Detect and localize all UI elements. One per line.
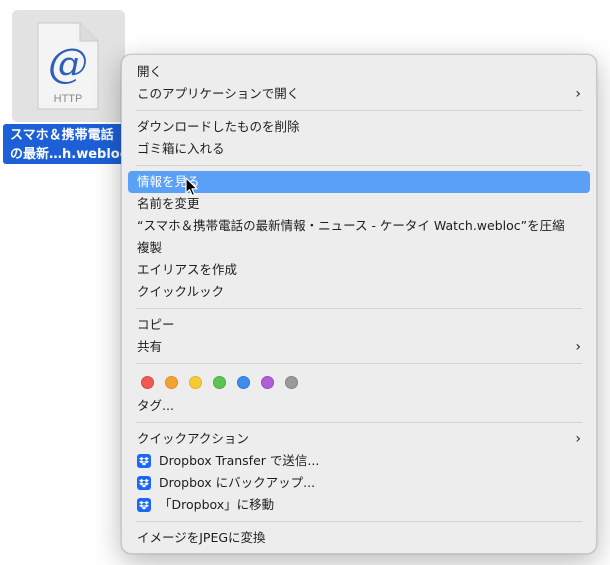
menu-item-label: コピー: [137, 317, 175, 332]
menu-item-dropbox-transfer[interactable]: Dropbox Transfer で送信...: [128, 450, 590, 472]
dropbox-icon: [137, 476, 151, 490]
tag-dot-gray[interactable]: [285, 375, 298, 389]
menu-item-label: “スマホ＆携帯電話の最新情報・ニュース - ケータイ Watch.webloc”…: [137, 218, 565, 233]
menu-item-label: Dropbox にバックアップ...: [159, 475, 316, 490]
menu-separator: [136, 521, 582, 522]
menu-item-quick-actions[interactable]: クイックアクション ›: [128, 428, 590, 450]
menu-item-make-alias[interactable]: エイリアスを作成: [128, 259, 590, 281]
menu-item-open-with[interactable]: このアプリケーションで開く ›: [128, 83, 590, 105]
menu-separator: [136, 110, 582, 111]
menu-separator: [136, 308, 582, 309]
mouse-pointer-icon: [185, 177, 198, 197]
tag-dot-blue[interactable]: [237, 375, 250, 389]
menu-item-label: タグ...: [137, 398, 174, 413]
chevron-right-icon: ›: [575, 431, 581, 447]
tag-dot-yellow[interactable]: [189, 375, 202, 389]
at-sign-glyph: @: [48, 41, 88, 87]
menu-item-label: Dropbox Transfer で送信...: [159, 453, 320, 468]
dropbox-icon: [137, 498, 151, 512]
webloc-document-icon: @ HTTP: [37, 22, 99, 110]
context-menu: 開く このアプリケーションで開く › ダウンロードしたものを削除 ゴミ箱に入れる …: [121, 54, 597, 554]
file-name-line1: スマホ＆携帯電話: [10, 128, 114, 143]
http-label: HTTP: [54, 93, 83, 105]
tag-dot-orange[interactable]: [165, 375, 178, 389]
menu-item-open[interactable]: 開く: [128, 61, 590, 83]
file-name-line2: の最新…h.webloc: [10, 147, 128, 162]
menu-item-label: イメージをJPEGに変換: [137, 530, 266, 545]
menu-item-dropbox-backup[interactable]: Dropbox にバックアップ...: [128, 472, 590, 494]
tag-dot-purple[interactable]: [261, 375, 274, 389]
menu-item-convert-jpeg[interactable]: イメージをJPEGに変換: [128, 527, 590, 549]
menu-item-tags[interactable]: タグ...: [128, 395, 590, 417]
menu-item-label: ダウンロードしたものを削除: [137, 119, 300, 134]
chevron-right-icon: ›: [575, 339, 581, 355]
menu-item-copy[interactable]: コピー: [128, 314, 590, 336]
menu-separator: [136, 422, 582, 423]
menu-item-compress[interactable]: “スマホ＆携帯電話の最新情報・ニュース - ケータイ Watch.webloc”…: [128, 215, 590, 237]
menu-item-dropbox-move[interactable]: 「Dropbox」に移動: [128, 494, 590, 516]
menu-item-label: エイリアスを作成: [137, 262, 238, 277]
menu-item-label: クイックアクション: [137, 431, 249, 446]
tag-dot-red[interactable]: [141, 375, 154, 389]
menu-item-label: ゴミ箱に入れる: [137, 141, 225, 156]
file-icon-selection[interactable]: @ HTTP: [12, 10, 125, 122]
menu-item-label: クイックルック: [137, 284, 225, 299]
menu-item-share[interactable]: 共有 ›: [128, 336, 590, 358]
menu-separator: [136, 165, 582, 166]
menu-item-quick-look[interactable]: クイックルック: [128, 281, 590, 303]
menu-item-label: 「Dropbox」に移動: [159, 497, 275, 512]
menu-item-move-to-trash[interactable]: ゴミ箱に入れる: [128, 138, 590, 160]
menu-item-label: このアプリケーションで開く: [137, 86, 300, 101]
menu-item-duplicate[interactable]: 複製: [128, 237, 590, 259]
menu-item-label: 共有: [137, 339, 163, 354]
dropbox-icon: [137, 454, 151, 468]
file-name-label[interactable]: スマホ＆携帯電話 の最新…h.webloc: [3, 124, 131, 164]
menu-item-label: 複製: [137, 240, 163, 255]
chevron-right-icon: ›: [575, 86, 581, 102]
menu-item-delete-downloaded[interactable]: ダウンロードしたものを削除: [128, 116, 590, 138]
tag-color-row: [128, 369, 590, 395]
menu-item-label: 開く: [137, 64, 163, 79]
menu-separator: [136, 363, 582, 364]
tag-dot-green[interactable]: [213, 375, 226, 389]
